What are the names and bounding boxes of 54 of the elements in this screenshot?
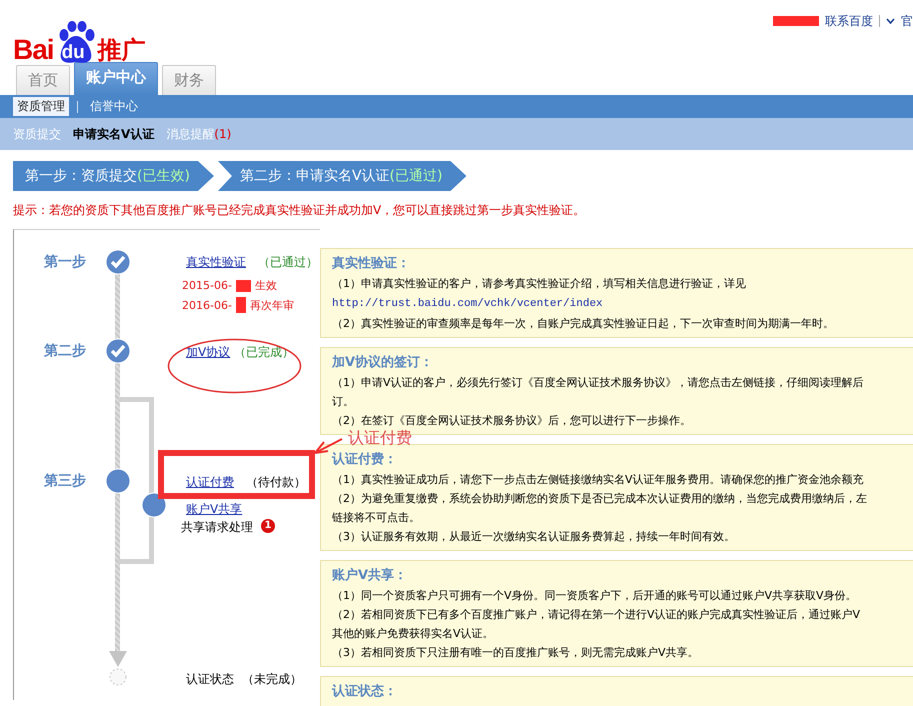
panel-text: （3）认证服务有效期，从最近一次缴纳实名认证服务费算起，持续一年时间有效。 xyxy=(332,529,736,545)
arrow-head-icon xyxy=(109,651,127,667)
chevron-down-icon[interactable] xyxy=(886,18,895,24)
subnav-item[interactable]: 资质管理 xyxy=(13,97,69,116)
certification-status-label: 认证状态 xyxy=(186,671,234,688)
panel-text: （1）同一个资质客户只可拥有一个V身份。同一资质客户下，后开通的账号可以通过账户V共享获取V身份。 xyxy=(332,588,858,604)
panel-text: （2）在签订《百度全网认证技术服务协议》后，您可以进行下一步操作。 xyxy=(332,413,692,429)
progress-step: 第二步：申请实名V认证(已通过) xyxy=(218,161,466,191)
panel-text: 其他的账户免费获得实名V认证。 xyxy=(332,626,495,642)
step-label: 第三步 xyxy=(44,472,86,490)
panel-text: 订。 xyxy=(332,394,355,410)
panel-text: （2）若相同资质下已有多个百度推广账户，请记得在第一个进行V认证的账户完成真实性验证后，通过账户V xyxy=(332,607,862,623)
panel-title: 认证付费： xyxy=(332,451,398,469)
date-text: 2016-06- xyxy=(182,298,232,312)
url-link[interactable]: http://trust.baidu.com/vchk/vcenter/index xyxy=(332,298,603,310)
redaction-mark xyxy=(773,16,819,26)
verification-link[interactable]: 真实性验证 xyxy=(186,254,246,271)
status-text: （待付款） xyxy=(246,474,306,491)
step-label: 第一步 xyxy=(44,253,86,271)
subnav-item[interactable]: 申请实名V认证 xyxy=(73,126,154,142)
agreement-link[interactable]: 加V协议 xyxy=(186,344,230,361)
panel-title: 账户V共享： xyxy=(332,566,408,585)
status-text: （未完成） xyxy=(242,671,302,688)
date-note: 生效 xyxy=(254,278,277,293)
status-text: （已通过） xyxy=(258,254,318,271)
annotation-text: 认证付费 xyxy=(348,428,412,449)
panel-title: 认证状态： xyxy=(332,683,398,701)
subnav-item[interactable]: 信誉中心 xyxy=(86,97,142,116)
contact-link[interactable]: 联系百度 xyxy=(825,12,873,30)
share-request-text: 共享请求处理 xyxy=(181,519,253,536)
logo-text: Bai xyxy=(13,35,54,65)
share-link[interactable]: 账户V共享 xyxy=(186,501,242,518)
panel-title: 真实性验证： xyxy=(332,254,411,273)
panel-text: （2）真实性验证的审查频率是每年一次，自账户完成真实性验证日起，下一次审查时间为期满一年时。 xyxy=(332,316,835,332)
official-link[interactable]: 官 xyxy=(901,12,913,30)
redaction-mark xyxy=(236,297,246,313)
tip-text: 提示：若您的资质下其他百度推广账号已经完成真实性验证并成功加V，您可以直接跳过第一步真实性验证。 xyxy=(12,202,586,219)
panel-text: （1）申请V认证的客户，必须先行签订《百度全网认证技术服务协议》，请您点击左侧链接，仔细阅读理解后 xyxy=(332,375,865,391)
redaction-mark xyxy=(236,280,251,292)
panel-text: （1）真实性验证成功后，请您下一步点击左侧链接缴纳实名V认证年服务费用。请确保您的推广资金池余额充 xyxy=(332,472,865,488)
panel-text: （2）为避免重复缴费，系统会协助判断您的资质下是否已完成本次认证费用的缴纳，当您完成费用缴纳后，左 xyxy=(332,491,868,507)
date-text: 2015-06- xyxy=(182,279,232,292)
step-label: 第二步 xyxy=(44,342,86,360)
date-note: 再次年审 xyxy=(250,298,294,312)
step-circle-icon xyxy=(141,492,167,518)
count-badge: 1 xyxy=(261,519,275,533)
panel-text: 链接将不可点击。 xyxy=(332,510,421,526)
logo-text: 推广 xyxy=(98,35,146,65)
panel-title: 加V协议的签订： xyxy=(332,354,434,372)
panel-text: （1）申请真实性验证的客户，请参考真实性验证介绍，填写相关信息进行验证，详见 xyxy=(332,276,747,292)
progress-step: 第一步：资质提交(已生效) xyxy=(13,161,214,191)
logo-text: du xyxy=(62,42,85,64)
panel-text: （3）若相同资质下只注册有唯一的百度推广账号，则无需完成账户V共享。 xyxy=(332,645,700,661)
payment-link[interactable]: 认证付费 xyxy=(186,474,234,491)
